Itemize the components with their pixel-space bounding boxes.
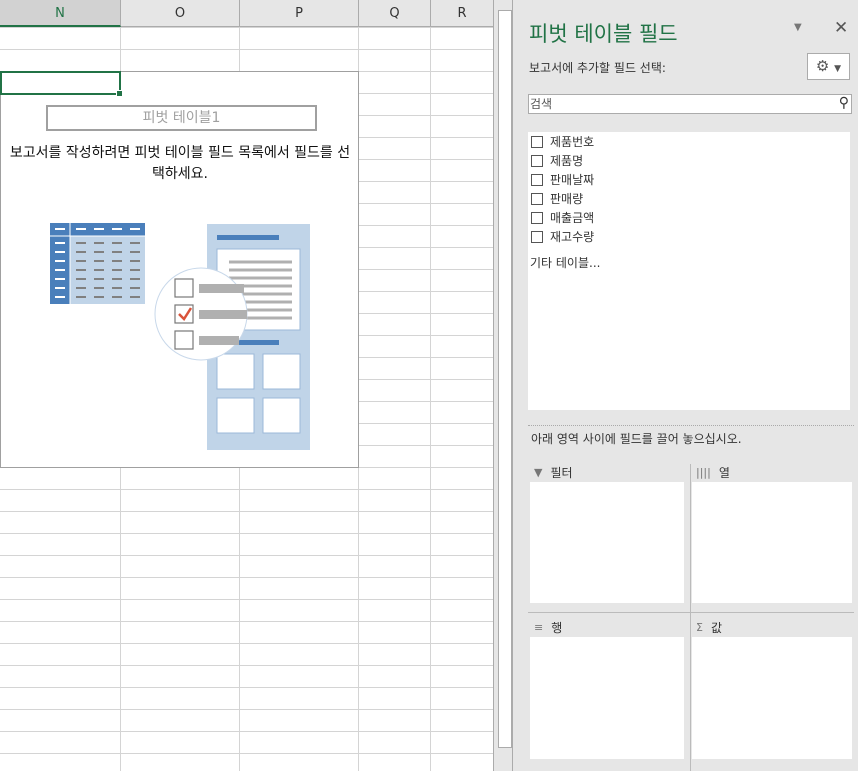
panel-title: 피벗 테이블 필드 <box>529 18 678 48</box>
columns-icon: |||| <box>696 466 711 479</box>
column-header-r[interactable]: R <box>431 0 493 27</box>
search-icon[interactable]: ⚲ <box>839 94 849 112</box>
close-icon[interactable]: ✕ <box>834 18 848 38</box>
field-checkbox[interactable] <box>531 174 543 186</box>
field-label: 재고수량 <box>550 228 594 245</box>
column-header-o[interactable]: O <box>121 0 240 27</box>
column-headers: N O P Q R <box>0 0 493 27</box>
grid-line <box>430 27 431 771</box>
pivot-table-name: 피벗 테이블1 <box>46 105 317 131</box>
area-label: 값 <box>711 619 722 636</box>
field-item[interactable]: 제품번호 <box>528 132 850 151</box>
divider <box>528 612 854 613</box>
field-item[interactable]: 매출금액 <box>528 208 850 227</box>
area-label: 열 <box>719 464 730 481</box>
filter-icon: ▼ <box>534 466 542 479</box>
vertical-scrollbar[interactable] <box>493 0 513 771</box>
field-search-input[interactable]: 검색 ⚲ <box>528 94 852 114</box>
field-label: 판매량 <box>550 190 583 207</box>
panel-subtitle: 보고서에 추가할 필드 선택: <box>529 59 666 76</box>
pivot-table-placeholder[interactable]: 피벗 테이블1 보고서를 작성하려면 피벗 테이블 필드 목록에서 필드를 선택… <box>0 71 359 468</box>
drag-hint: 아래 영역 사이에 필드를 끌어 놓으십시오. <box>531 430 742 447</box>
field-item[interactable]: 제품명 <box>528 151 850 170</box>
field-item[interactable]: 판매량 <box>528 189 850 208</box>
divider <box>690 464 691 771</box>
field-checkbox[interactable] <box>531 155 543 167</box>
scrollbar-thumb[interactable] <box>498 10 512 748</box>
area-label: 행 <box>551 619 562 636</box>
rows-icon: ≡ <box>534 621 543 634</box>
field-item[interactable]: 판매날짜 <box>528 170 850 189</box>
rows-drop-zone[interactable] <box>530 637 684 759</box>
columns-drop-zone[interactable] <box>692 482 852 603</box>
sigma-icon: Σ <box>696 621 703 634</box>
field-label: 제품명 <box>550 152 583 169</box>
search-placeholder: 검색 <box>530 97 552 111</box>
field-checkbox[interactable] <box>531 231 543 243</box>
field-checkbox[interactable] <box>531 136 543 148</box>
values-drop-zone[interactable] <box>692 637 852 759</box>
gear-icon: ⚙ <box>816 57 829 75</box>
pivot-illustration-icon <box>41 211 321 461</box>
chevron-down-icon: ▼ <box>834 64 841 74</box>
divider <box>528 425 854 426</box>
panel-options-dropdown-icon[interactable]: ▼ <box>794 22 802 33</box>
spreadsheet-grid[interactable]: N O P Q R 피벗 테이블1 보고서를 작성하려면 피벗 테이블 필드 목… <box>0 0 493 771</box>
values-area[interactable]: Σ값 <box>692 617 852 759</box>
selected-cell[interactable] <box>0 71 121 95</box>
pivot-fields-panel: 피벗 테이블 필드 ▼ ✕ 보고서에 추가할 필드 선택: ⚙ ▼ 검색 ⚲ 제… <box>514 0 858 771</box>
filter-area[interactable]: ▼ 필터 <box>530 462 684 603</box>
more-tables-link[interactable]: 기타 테이블... <box>528 254 850 271</box>
field-label: 매출금액 <box>550 209 594 226</box>
columns-area[interactable]: |||| 열 <box>692 462 852 603</box>
column-header-p[interactable]: P <box>240 0 359 27</box>
field-item[interactable]: 재고수량 <box>528 227 850 246</box>
field-label: 제품번호 <box>550 133 594 150</box>
field-list: 제품번호 제품명 판매날짜 판매량 매출금액 재고수량 기타 테이블... <box>528 132 850 410</box>
field-checkbox[interactable] <box>531 193 543 205</box>
column-header-q[interactable]: Q <box>359 0 431 27</box>
field-label: 판매날짜 <box>550 171 594 188</box>
filter-drop-zone[interactable] <box>530 482 684 603</box>
area-label: 필터 <box>550 464 572 481</box>
rows-area[interactable]: ≡행 <box>530 617 684 759</box>
settings-gear-button[interactable]: ⚙ ▼ <box>807 53 850 80</box>
field-checkbox[interactable] <box>531 212 543 224</box>
pivot-instruction: 보고서를 작성하려면 피벗 테이블 필드 목록에서 필드를 선택하세요. <box>5 143 355 185</box>
column-header-n[interactable]: N <box>0 0 121 27</box>
